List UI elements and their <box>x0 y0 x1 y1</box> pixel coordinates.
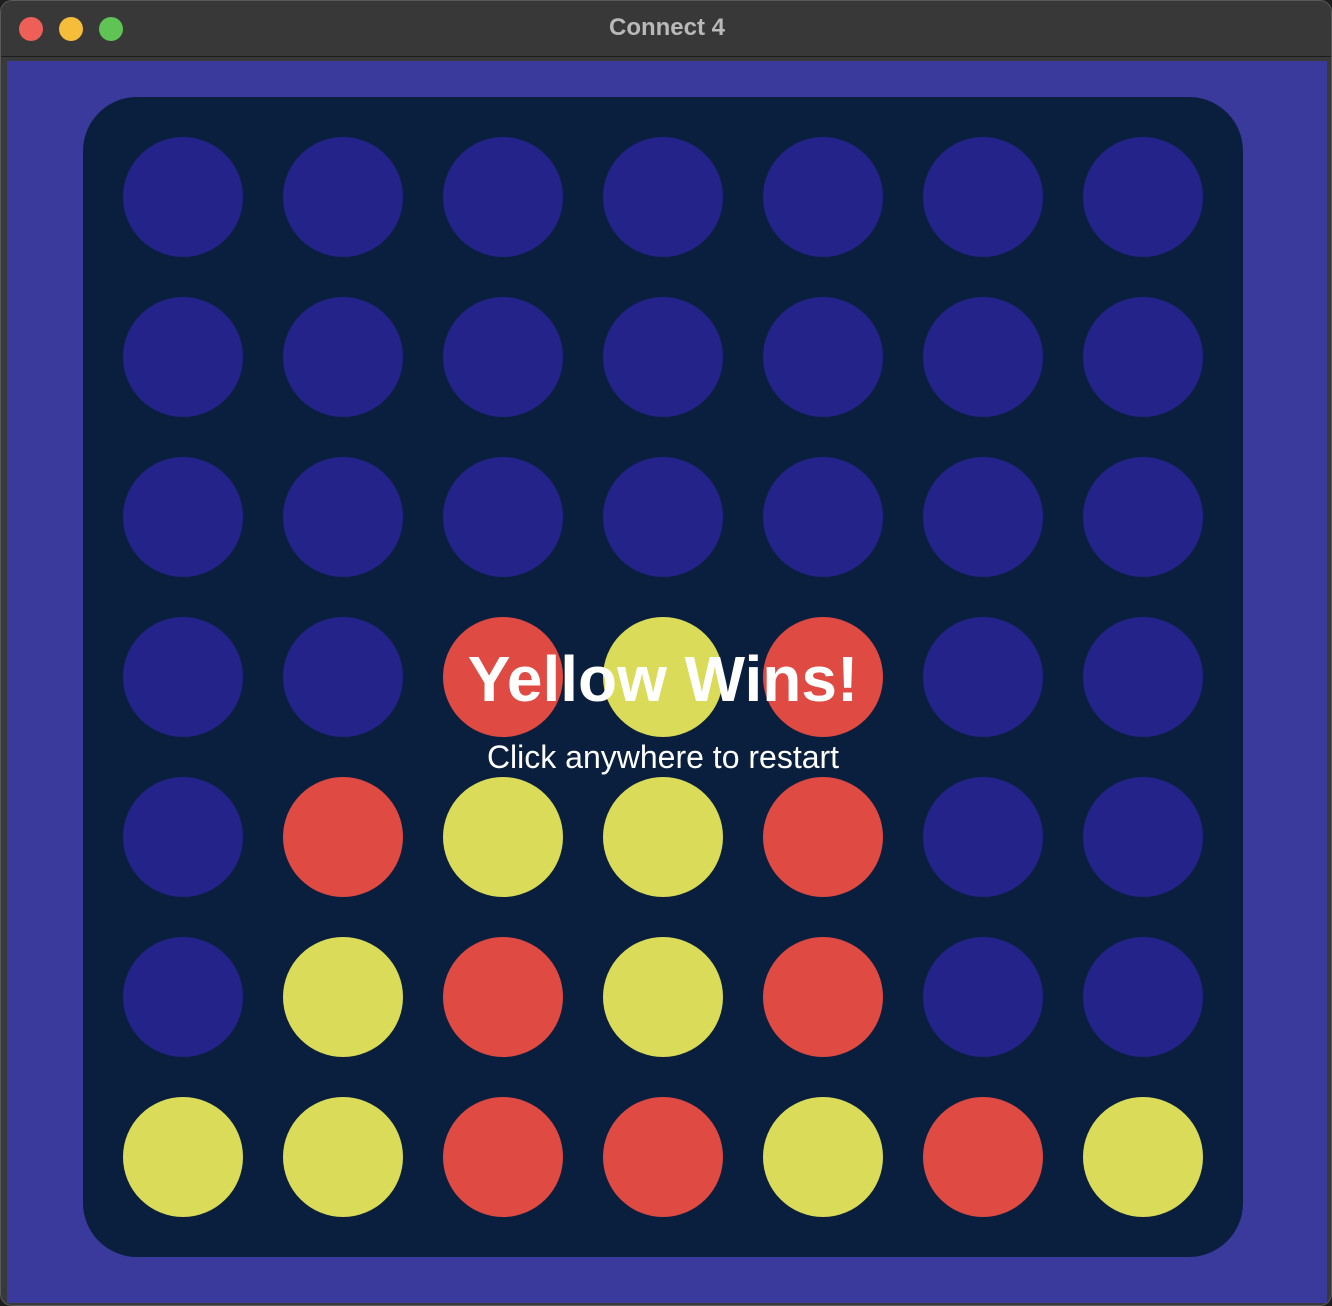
game-area[interactable]: Yellow Wins! Click anywhere to restart <box>7 61 1327 1303</box>
board-cell-empty[interactable] <box>923 297 1043 417</box>
board-cell-red[interactable] <box>763 937 883 1057</box>
board-cell-empty[interactable] <box>603 457 723 577</box>
board-cell-yellow[interactable] <box>1083 1097 1203 1217</box>
board-cell-yellow[interactable] <box>283 1097 403 1217</box>
board-cell-empty[interactable] <box>123 137 243 257</box>
board-cell-empty[interactable] <box>763 297 883 417</box>
board-cell-empty[interactable] <box>923 937 1043 1057</box>
board-cell-empty[interactable] <box>123 937 243 1057</box>
board-cell-empty[interactable] <box>1083 297 1203 417</box>
board-cell-empty[interactable] <box>123 457 243 577</box>
board-cell-empty[interactable] <box>603 297 723 417</box>
board-cell-empty[interactable] <box>763 457 883 577</box>
app-window: Connect 4 Yellow Wins! Click anywhere to… <box>0 0 1332 1306</box>
board-cell-yellow[interactable] <box>443 777 563 897</box>
board-cell-red[interactable] <box>923 1097 1043 1217</box>
board-cell-empty[interactable] <box>283 617 403 737</box>
board-cell-empty[interactable] <box>1083 937 1203 1057</box>
board-cell-empty[interactable] <box>1083 457 1203 577</box>
board-cell-empty[interactable] <box>923 457 1043 577</box>
board-cell-empty[interactable] <box>443 297 563 417</box>
board-cell-empty[interactable] <box>283 137 403 257</box>
board-cell-empty[interactable] <box>923 137 1043 257</box>
board-cell-red[interactable] <box>283 777 403 897</box>
board-cell-red[interactable] <box>443 937 563 1057</box>
board-cell-empty[interactable] <box>443 457 563 577</box>
board-cell-yellow[interactable] <box>603 777 723 897</box>
board-cell-empty[interactable] <box>1083 137 1203 257</box>
board-cell-empty[interactable] <box>123 297 243 417</box>
board-cell-yellow[interactable] <box>123 1097 243 1217</box>
board-cell-red[interactable] <box>763 777 883 897</box>
board-cell-empty[interactable] <box>283 457 403 577</box>
board-cell-empty[interactable] <box>123 617 243 737</box>
board-cell-red[interactable] <box>603 1097 723 1217</box>
board-cell-empty[interactable] <box>603 137 723 257</box>
board-cell-empty[interactable] <box>123 777 243 897</box>
board-cell-yellow[interactable] <box>603 937 723 1057</box>
window-title: Connect 4 <box>608 14 725 41</box>
board-cell-yellow[interactable] <box>603 617 723 737</box>
board-cell-red[interactable] <box>443 617 563 737</box>
board-cell-empty[interactable] <box>1083 777 1203 897</box>
restart-hint: Click anywhere to restart <box>486 739 840 775</box>
board-cell-yellow[interactable] <box>283 937 403 1057</box>
board-cell-empty[interactable] <box>443 137 563 257</box>
board-cell-empty[interactable] <box>1083 617 1203 737</box>
board-cell-empty[interactable] <box>923 617 1043 737</box>
board-cell-empty[interactable] <box>283 297 403 417</box>
board-cell-empty[interactable] <box>923 777 1043 897</box>
board-cell-empty[interactable] <box>763 137 883 257</box>
game-board[interactable]: Yellow Wins! Click anywhere to restart <box>83 97 1243 1257</box>
board-cell-red[interactable] <box>763 617 883 737</box>
board-cell-yellow[interactable] <box>763 1097 883 1217</box>
board-cell-red[interactable] <box>443 1097 563 1217</box>
title-bar: Connect 4 <box>1 1 1331 57</box>
